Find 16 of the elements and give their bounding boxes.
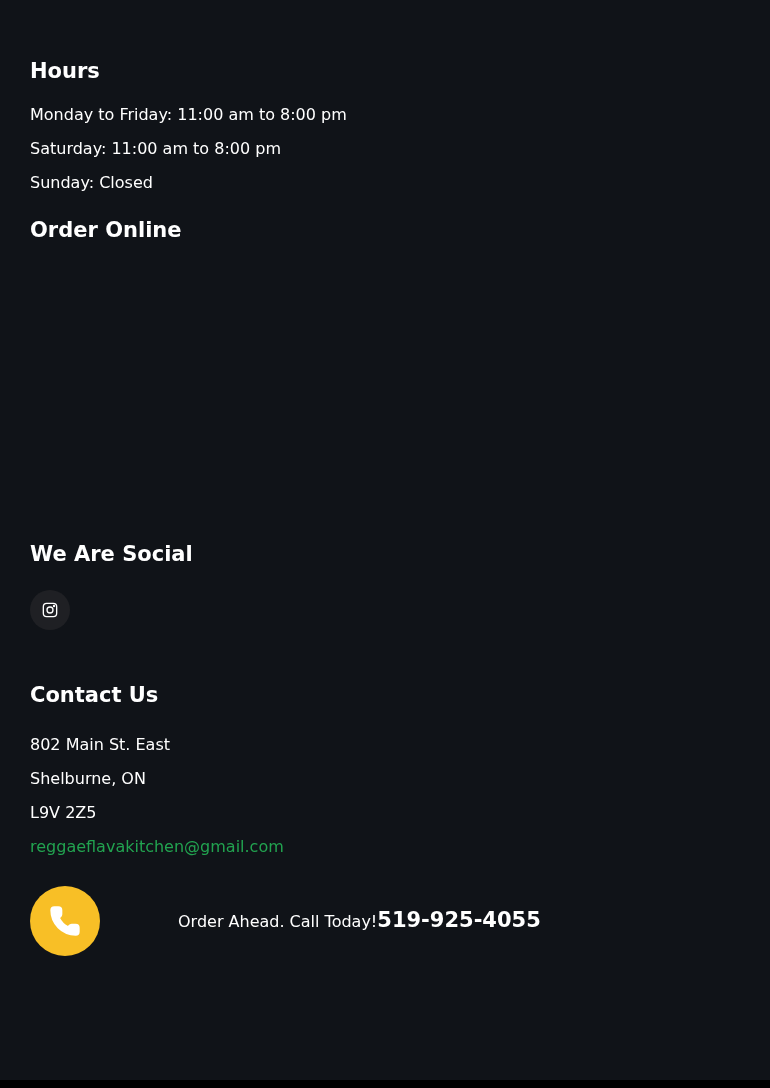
phone-link[interactable]: 519-925-4055 <box>377 905 541 937</box>
address-line: 802 Main St. East <box>30 734 171 756</box>
section-heading: Contact Us <box>30 682 159 709</box>
section-heading: Order Online <box>30 217 182 244</box>
instagram-icon <box>42 602 58 618</box>
call-text: Order Ahead. Call Today! <box>178 911 378 934</box>
address-line: Shelburne, ON <box>30 768 146 790</box>
instagram-button[interactable] <box>30 590 70 630</box>
hours-line: Sunday: Closed <box>30 172 153 194</box>
hours-line: Saturday: 11:00 am to 8:00 pm <box>30 138 281 160</box>
address-line: L9V 2Z5 <box>30 802 97 824</box>
section-heading: Hours <box>30 58 100 85</box>
hours-line: Monday to Friday: 11:00 am to 8:00 pm <box>30 104 347 126</box>
phone-icon <box>49 905 81 937</box>
section-heading: We Are Social <box>30 541 193 568</box>
email-link[interactable]: reggaeflavakitchen@gmail.com <box>30 830 284 864</box>
